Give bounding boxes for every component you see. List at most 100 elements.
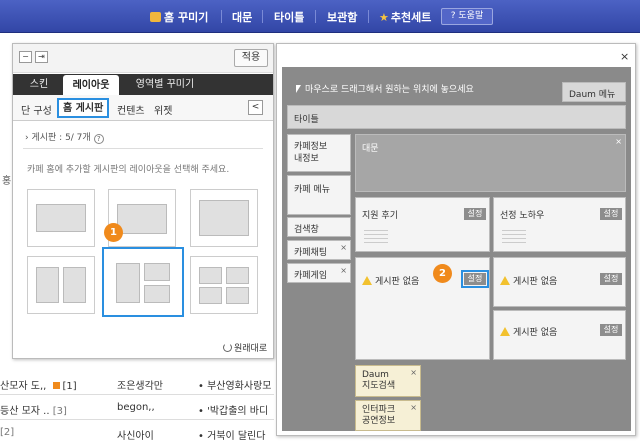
- layout-option-single-tall[interactable]: [190, 189, 258, 247]
- placeholder-line: [364, 234, 388, 235]
- remove-icon[interactable]: ×: [340, 266, 347, 275]
- nav-separator: [262, 10, 263, 23]
- setting-button[interactable]: 설정: [600, 273, 622, 285]
- top-nav: 홈 꾸미기 대문 타이틀 보관함 ★ 추천세트 ? 도움말: [0, 0, 640, 33]
- nav-recommended-set[interactable]: ★ 추천세트: [379, 9, 431, 25]
- minimize-button[interactable]: −: [19, 51, 32, 63]
- subtab-widget[interactable]: 위젯: [154, 102, 172, 117]
- title-block[interactable]: 타이틀: [287, 105, 626, 129]
- refresh-icon: [223, 343, 232, 352]
- placeholder-line: [364, 242, 388, 243]
- front-block[interactable]: 대문 ×: [355, 134, 626, 192]
- help-icon[interactable]: ?: [93, 134, 104, 144]
- nav-front[interactable]: 대문: [232, 9, 252, 25]
- bg-row[interactable]: [2]: [0, 427, 14, 438]
- cafe-game-block[interactable]: 카페게임 ×: [287, 263, 351, 283]
- nav-home-decorate[interactable]: 홈 꾸미기: [150, 9, 208, 25]
- new-icon: [52, 382, 60, 389]
- daum-map-search-block[interactable]: Daum 지도검색 ×: [355, 365, 421, 397]
- nav-separator: [368, 10, 369, 23]
- layout-option-four-grid[interactable]: [190, 256, 258, 314]
- layout-option-one-plus-two[interactable]: [102, 247, 184, 317]
- nav-storage[interactable]: 보관함: [327, 9, 357, 25]
- cursor-icon: [296, 85, 301, 93]
- instruction-text: 카페 홈에 추가할 게시판의 레이아웃을 선택해 주세요.: [27, 165, 230, 175]
- tab-area-decorate[interactable]: 영역별 꾸미기: [125, 74, 205, 95]
- layout-settings-panel: − ⇥ 적용 스킨 레이아웃 영역별 꾸미기 단 구성 홈 게시판 컨텐츠 위젯…: [12, 43, 274, 359]
- nav-arrow-button[interactable]: <: [248, 100, 263, 115]
- drag-hint: 마우스로 드래그해서 원하는 위치에 놓으세요: [296, 82, 474, 95]
- nav-separator: [221, 10, 222, 23]
- interpark-block[interactable]: 인터파크 공연정보 ×: [355, 400, 421, 431]
- apply-button[interactable]: 적용: [234, 49, 268, 67]
- close-icon[interactable]: ×: [620, 50, 629, 63]
- bg-cell[interactable]: • '박갑출의 바디: [198, 402, 268, 417]
- setting-button[interactable]: 설정: [600, 208, 622, 220]
- layout-cell: [226, 267, 249, 284]
- remove-icon[interactable]: ×: [340, 243, 347, 252]
- step-badge-2: 2: [433, 264, 452, 283]
- panel-header: − ⇥ 적용: [13, 44, 273, 73]
- restore-button[interactable]: 원래대로: [223, 341, 267, 354]
- cafe-chat-block[interactable]: 카페채팅 ×: [287, 240, 351, 260]
- placeholder-line: [364, 238, 388, 239]
- board-slot-large[interactable]: 게시판 없음 설정: [355, 257, 490, 360]
- divider: [0, 419, 274, 420]
- placeholder-line: [502, 230, 526, 231]
- widget-tips-block[interactable]: 선정 노하우 설정: [493, 197, 626, 252]
- bg-cell[interactable]: • 부산영화사랑모: [198, 377, 271, 392]
- placeholder-line: [364, 230, 388, 231]
- main-tabs: 스킨 레이아웃 영역별 꾸미기: [13, 74, 273, 95]
- cafe-menu-block[interactable]: 카페 메뉴: [287, 175, 351, 215]
- layout-cell: [36, 204, 86, 232]
- board-slot-bottom[interactable]: 게시판 없음 설정: [493, 310, 626, 360]
- help-button[interactable]: ? 도움말: [441, 8, 493, 25]
- placeholder-line: [502, 238, 526, 239]
- layout-cell: [144, 285, 170, 303]
- divider: [23, 148, 263, 149]
- subtab-home-board[interactable]: 홈 게시판: [57, 98, 110, 118]
- sub-tabs: 단 구성 홈 게시판 컨텐츠 위젯 <: [13, 95, 273, 121]
- daum-menu-block[interactable]: Daum 메뉴: [562, 82, 626, 102]
- pin-button[interactable]: ⇥: [35, 51, 48, 63]
- setting-button[interactable]: 설정: [600, 324, 622, 336]
- remove-icon[interactable]: ×: [410, 403, 417, 412]
- layout-cell: [36, 267, 59, 303]
- bg-row[interactable]: 산모자 도,, [1]: [0, 377, 77, 392]
- setting-button[interactable]: 설정: [464, 208, 486, 220]
- remove-icon[interactable]: ×: [410, 368, 417, 377]
- bg-cell[interactable]: begon,,: [117, 402, 155, 413]
- star-icon: ★: [379, 11, 389, 24]
- cafe-info-block[interactable]: 카페정보 내정보: [287, 134, 351, 172]
- layout-option-two-column[interactable]: [27, 256, 95, 314]
- divider: [0, 394, 274, 395]
- bg-cell[interactable]: • 거북이 달린다: [198, 427, 265, 442]
- layout-cell: [63, 267, 86, 303]
- nav-title[interactable]: 타이틀: [274, 9, 304, 25]
- warning-icon: [500, 327, 510, 336]
- board-slot-top[interactable]: 게시판 없음 설정: [493, 257, 626, 307]
- warning-icon: [362, 276, 372, 285]
- search-block[interactable]: 검색창: [287, 217, 351, 237]
- layout-cell: [199, 200, 249, 236]
- layout-cell: [199, 287, 222, 304]
- bg-cell[interactable]: 사신아이: [117, 427, 154, 442]
- gift-icon: [150, 12, 161, 22]
- layout-cell: [116, 263, 140, 303]
- tab-layout[interactable]: 레이아웃: [63, 75, 119, 95]
- layout-option-single[interactable]: [27, 189, 95, 247]
- bg-cell[interactable]: 조은생각만: [117, 377, 163, 392]
- layout-cell: [144, 263, 170, 281]
- warning-icon: [500, 276, 510, 285]
- setting-button-highlighted[interactable]: 설정: [461, 270, 489, 288]
- placeholder-line: [502, 242, 526, 243]
- subtab-contents[interactable]: 컨텐츠: [117, 102, 145, 117]
- remove-icon[interactable]: ×: [615, 137, 622, 146]
- nav-separator: [315, 10, 316, 23]
- bg-side-char: 홍: [2, 176, 12, 187]
- tab-skin[interactable]: 스킨: [19, 74, 59, 95]
- layout-cell: [226, 287, 249, 304]
- widget-review-block[interactable]: 지원 후기 설정: [355, 197, 490, 252]
- subtab-column[interactable]: 단 구성: [21, 102, 52, 117]
- bg-row[interactable]: 등산 모자 .. [3]: [0, 402, 67, 417]
